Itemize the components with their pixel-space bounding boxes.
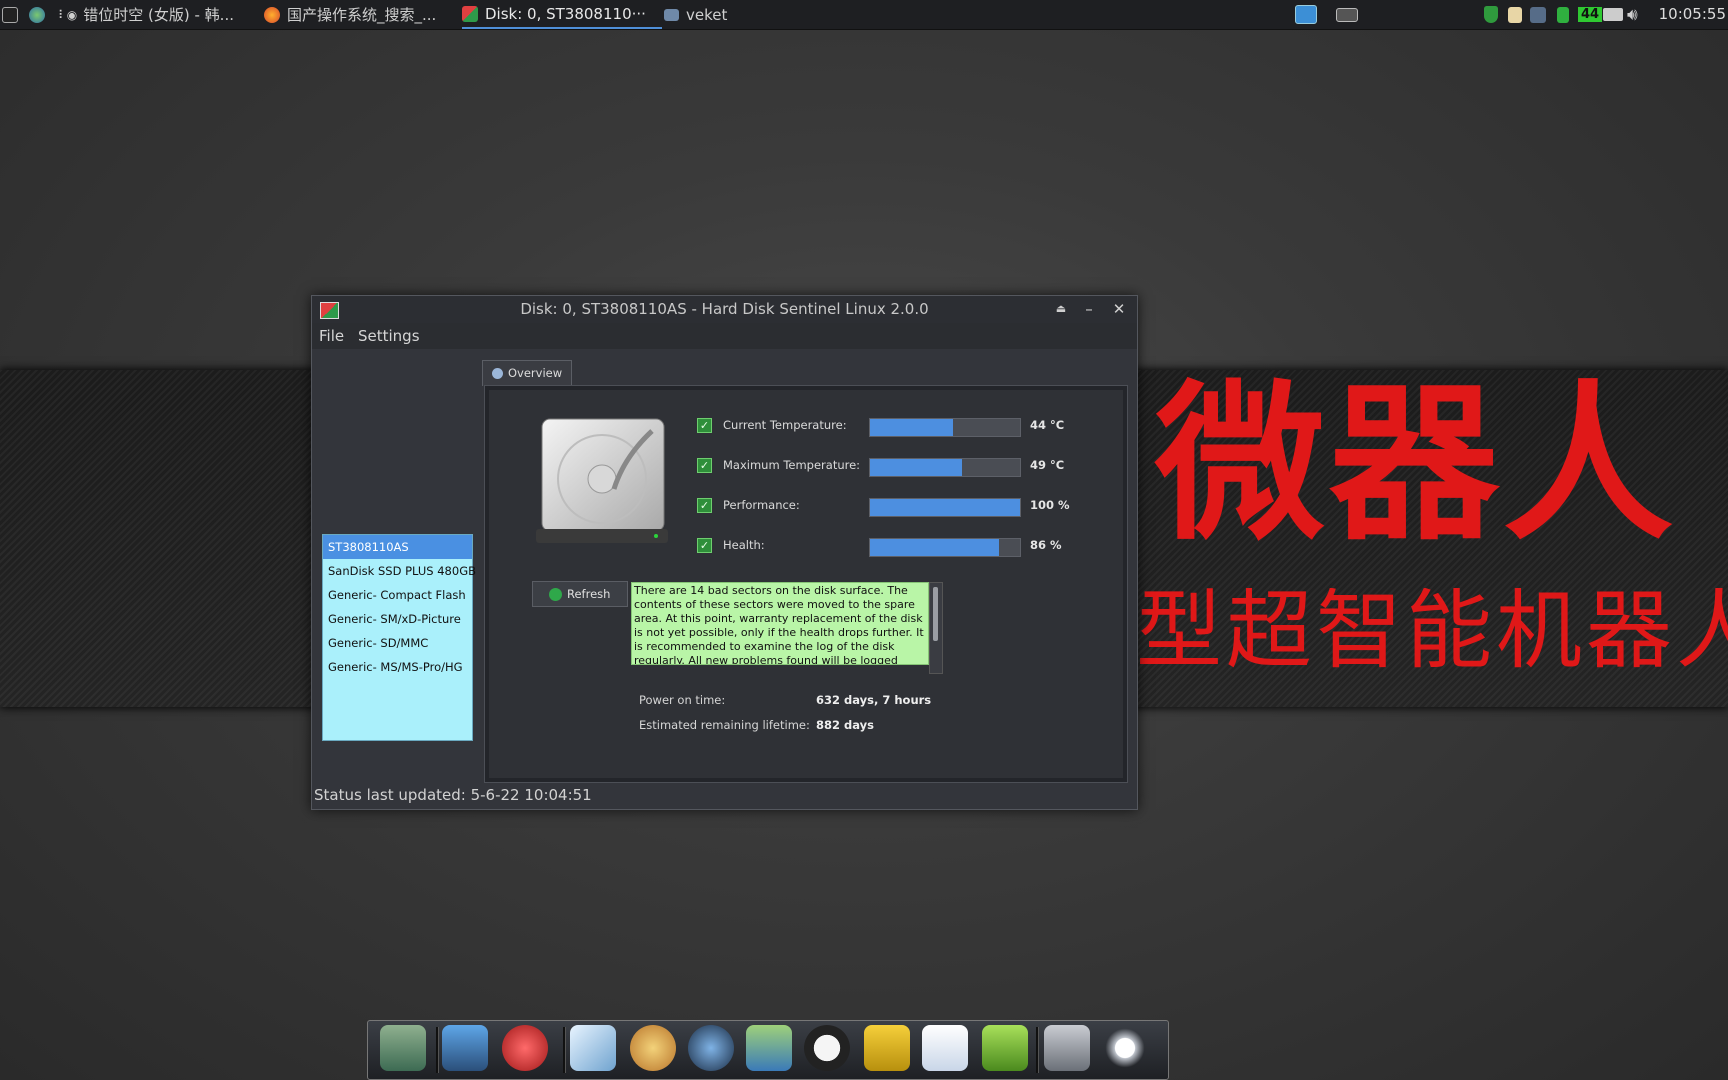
menu-bar: File Settings (312, 323, 1137, 349)
disk-item[interactable]: Generic- Compact Flash (323, 583, 472, 607)
brightness-icon[interactable] (1102, 1025, 1148, 1071)
task-firefox[interactable]: 国产操作系统_搜索_... (264, 0, 436, 29)
metric-value: 100 % (1030, 498, 1070, 512)
workspace-icon[interactable] (1336, 0, 1365, 29)
dock-separator (1036, 1027, 1039, 1073)
paint-icon[interactable] (630, 1025, 676, 1071)
checkbox-current-temperature[interactable]: ✓ (697, 418, 712, 433)
health-bar-fill (870, 539, 999, 556)
disk-item-selected[interactable]: ST3808110AS (323, 535, 472, 559)
health-bar (869, 538, 1021, 557)
task-label: 错位时空 (女版) - 韩... (83, 6, 234, 24)
bottom-dock (367, 1020, 1169, 1080)
metric-label: Current Temperature: (723, 418, 847, 432)
hdsentinel-icon (462, 5, 478, 22)
minimize-button[interactable]: – (1078, 298, 1100, 320)
power-on-value: 632 days, 7 hours (816, 693, 932, 707)
top-taskbar: ⠇◉ 错位时空 (女版) - 韩... 国产操作系统_搜索_... Disk: … (0, 0, 1728, 30)
close-button[interactable]: ✕ (1108, 298, 1130, 320)
dock-separator (563, 1027, 566, 1073)
task-file-manager[interactable]: veket (664, 0, 727, 29)
clock[interactable]: 10:05:55 (1659, 0, 1726, 29)
tab-overview[interactable]: Overview (482, 360, 572, 386)
refresh-button[interactable]: Refresh (532, 581, 628, 607)
keyboard-icon[interactable] (1603, 0, 1630, 29)
music-icon: ⠇◉ (58, 7, 78, 22)
overview-content: ✓ Current Temperature: 44 °C ✓ Maximum T… (489, 390, 1123, 778)
hard-disk-icon (536, 418, 668, 543)
checkbox-max-temperature[interactable]: ✓ (697, 458, 712, 473)
metric-value: 44 °C (1030, 418, 1065, 432)
linux-penguin-icon[interactable] (804, 1025, 850, 1071)
overview-icon (492, 368, 503, 379)
task-label: Disk: 0, ST3808110··· (485, 4, 646, 23)
network-icon[interactable] (1530, 0, 1553, 29)
task-music-player[interactable]: ⠇◉ 错位时空 (女版) - 韩... (58, 0, 234, 29)
disk-item[interactable]: Generic- SM/xD-Picture (323, 607, 472, 631)
folder-icon (664, 8, 679, 21)
desktop-switcher-icon[interactable] (1295, 0, 1324, 29)
lifetime-value: 882 days (816, 718, 874, 732)
image-viewer-icon[interactable] (380, 1025, 426, 1071)
note-scrollbar-thumb[interactable] (933, 587, 938, 641)
temperature-bar (869, 418, 1021, 437)
firefox-icon (264, 6, 280, 23)
menu-file[interactable]: File (319, 323, 344, 349)
refresh-icon (549, 588, 562, 601)
health-note: There are 14 bad sectors on the disk sur… (631, 582, 929, 665)
note-scrollbar[interactable] (929, 582, 943, 674)
power-on-label: Power on time: (639, 693, 726, 707)
help-icon[interactable] (982, 1025, 1028, 1071)
shield-icon[interactable] (1484, 0, 1505, 29)
task-label: 国产操作系统_搜索_... (287, 6, 437, 24)
chart-app-icon[interactable] (922, 1025, 968, 1071)
tab-label: Overview (508, 366, 563, 380)
max-temperature-bar-fill (870, 459, 962, 476)
mascot-icon[interactable] (502, 1025, 548, 1071)
side-panel: ST3808110AS SanDisk SSD PLUS 480GB Gener… (312, 349, 477, 789)
editor-icon[interactable] (570, 1025, 616, 1071)
tray-badge[interactable]: 44 (1578, 0, 1603, 29)
terminal-launcher-icon[interactable] (2, 0, 25, 29)
notes-icon[interactable] (864, 1025, 910, 1071)
media-player-icon[interactable] (688, 1025, 734, 1071)
dock-separator (436, 1027, 439, 1073)
checkbox-performance[interactable]: ✓ (697, 498, 712, 513)
menu-settings[interactable]: Settings (358, 323, 420, 349)
drive-icon[interactable] (1044, 1025, 1090, 1071)
browser-launcher-icon[interactable] (29, 0, 52, 29)
wallpaper-small-text: 型超智能机器人 (1136, 588, 1728, 674)
storage-icon[interactable] (1557, 0, 1576, 29)
status-bar: Status last updated: 5-6-22 10:04:51 (314, 786, 592, 804)
task-label: veket (686, 5, 728, 24)
overview-pane: ✓ Current Temperature: 44 °C ✓ Maximum T… (484, 385, 1128, 783)
metric-label: Performance: (723, 498, 800, 512)
temperature-bar-fill (870, 419, 953, 436)
disk-item[interactable]: SanDisk SSD PLUS 480GB (323, 559, 476, 583)
shade-button[interactable]: ⏏ (1050, 298, 1072, 320)
disk-item[interactable]: Generic- MS/MS-Pro/HG (323, 655, 472, 679)
metric-label: Maximum Temperature: (723, 458, 861, 472)
title-bar[interactable]: Disk: 0, ST3808110AS - Hard Disk Sentine… (312, 296, 1137, 323)
volume-icon[interactable]: 🔊︎ (1627, 0, 1638, 29)
metric-label: Health: (723, 538, 765, 552)
checkbox-health[interactable]: ✓ (697, 538, 712, 553)
hdsentinel-window: Disk: 0, ST3808110AS - Hard Disk Sentine… (311, 295, 1138, 810)
monitor-icon[interactable] (442, 1025, 488, 1071)
max-temperature-bar (869, 458, 1021, 477)
metric-value: 86 % (1030, 538, 1062, 552)
task-hdsentinel[interactable]: Disk: 0, ST3808110··· (462, 0, 662, 29)
wallpaper-big-text: 微器人 (1155, 366, 1678, 564)
clipboard-icon[interactable] (1508, 0, 1529, 29)
window-title: Disk: 0, ST3808110AS - Hard Disk Sentine… (520, 300, 929, 318)
lifetime-label: Estimated remaining lifetime: (639, 718, 810, 732)
refresh-label: Refresh (567, 587, 611, 601)
performance-bar (869, 498, 1021, 517)
users-icon[interactable] (746, 1025, 792, 1071)
performance-bar-fill (870, 499, 1020, 516)
metric-value: 49 °C (1030, 458, 1065, 472)
disk-item[interactable]: Generic- SD/MMC (323, 631, 472, 655)
disk-list[interactable]: ST3808110AS SanDisk SSD PLUS 480GB Gener… (322, 534, 476, 741)
